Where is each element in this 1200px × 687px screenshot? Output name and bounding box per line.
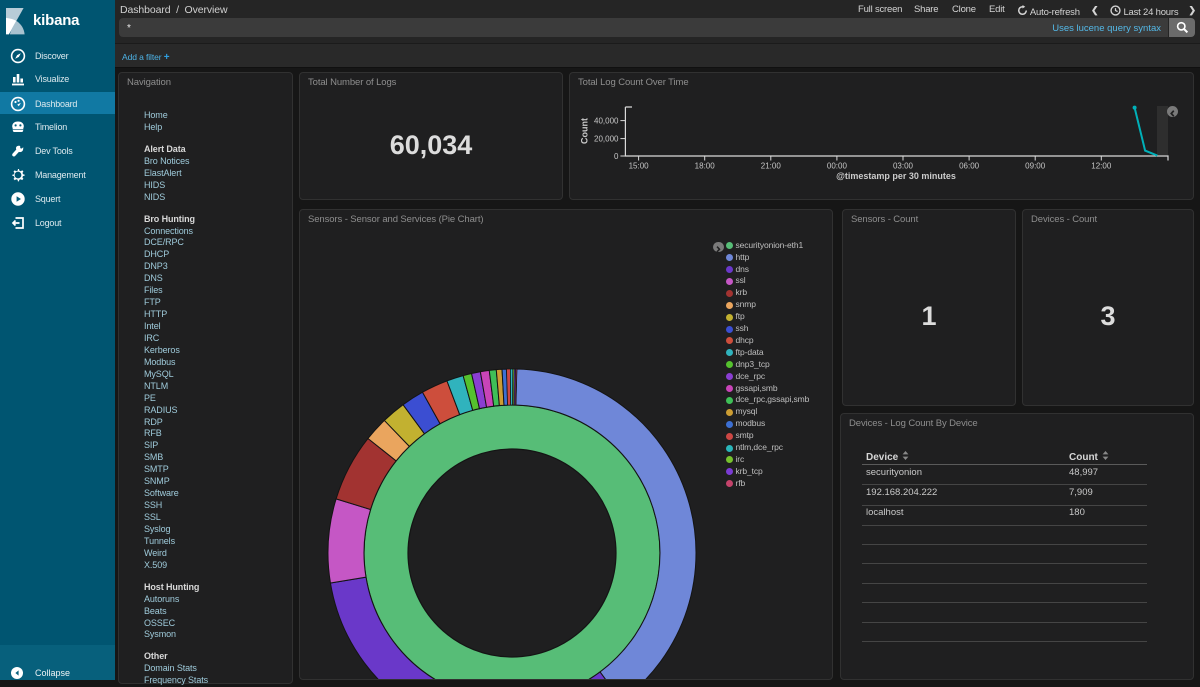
svg-text:@timestamp per 30 minutes: @timestamp per 30 minutes <box>836 171 956 181</box>
svg-text:15:00: 15:00 <box>629 162 650 171</box>
svg-text:40,000: 40,000 <box>594 117 619 126</box>
svg-text:0: 0 <box>614 152 619 161</box>
svg-text:Count: Count <box>580 118 590 144</box>
svg-text:21:00: 21:00 <box>761 162 782 171</box>
svg-text:00:00: 00:00 <box>827 162 848 171</box>
svg-text:06:00: 06:00 <box>959 162 980 171</box>
svg-text:12:00: 12:00 <box>1091 162 1112 171</box>
svg-text:09:00: 09:00 <box>1025 162 1046 171</box>
svg-text:03:00: 03:00 <box>893 162 914 171</box>
svg-text:18:00: 18:00 <box>695 162 716 171</box>
svg-text:20,000: 20,000 <box>594 135 619 144</box>
